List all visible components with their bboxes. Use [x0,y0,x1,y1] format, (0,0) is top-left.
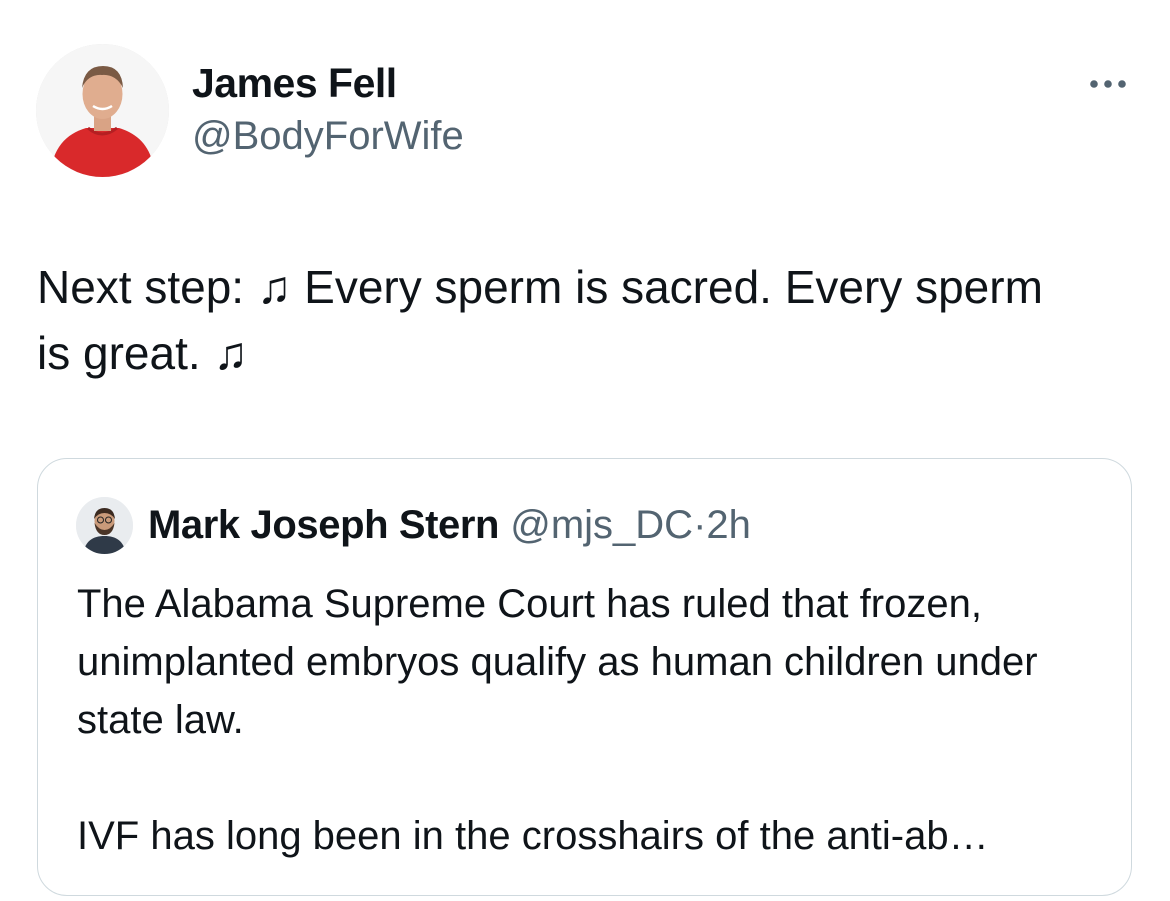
author-name[interactable]: James Fell [192,60,397,107]
person-red-shirt-avatar [36,44,169,177]
quoted-author-name[interactable]: Mark Joseph Stern [148,503,499,547]
quoted-tweet-header: Mark Joseph Stern @mjs_DC·2h [148,503,751,548]
quoted-tweet-card[interactable]: Mark Joseph Stern @mjs_DC·2h The Alabama… [37,458,1132,896]
header-separator: · [693,503,707,547]
quoted-tweet-body: The Alabama Supreme Court has ruled that… [77,575,1107,865]
author-handle[interactable]: @BodyForWife [192,114,464,159]
more-dots-icon [1090,80,1126,88]
more-options-button[interactable] [1082,66,1134,102]
person-bearded-avatar [76,497,133,554]
quoted-tweet-paragraph: The Alabama Supreme Court has ruled that… [77,582,1038,742]
author-avatar[interactable] [36,44,169,177]
quoted-author-handle[interactable]: @mjs_DC [510,503,693,547]
tweet-text: Next step: ♫ Every sperm is sacred. Ever… [37,261,1056,379]
quoted-author-avatar[interactable] [76,497,133,554]
quoted-tweet-paragraph-truncated: IVF has long been in the crosshairs of t… [77,814,989,858]
quoted-tweet-time[interactable]: 2h [706,503,751,547]
